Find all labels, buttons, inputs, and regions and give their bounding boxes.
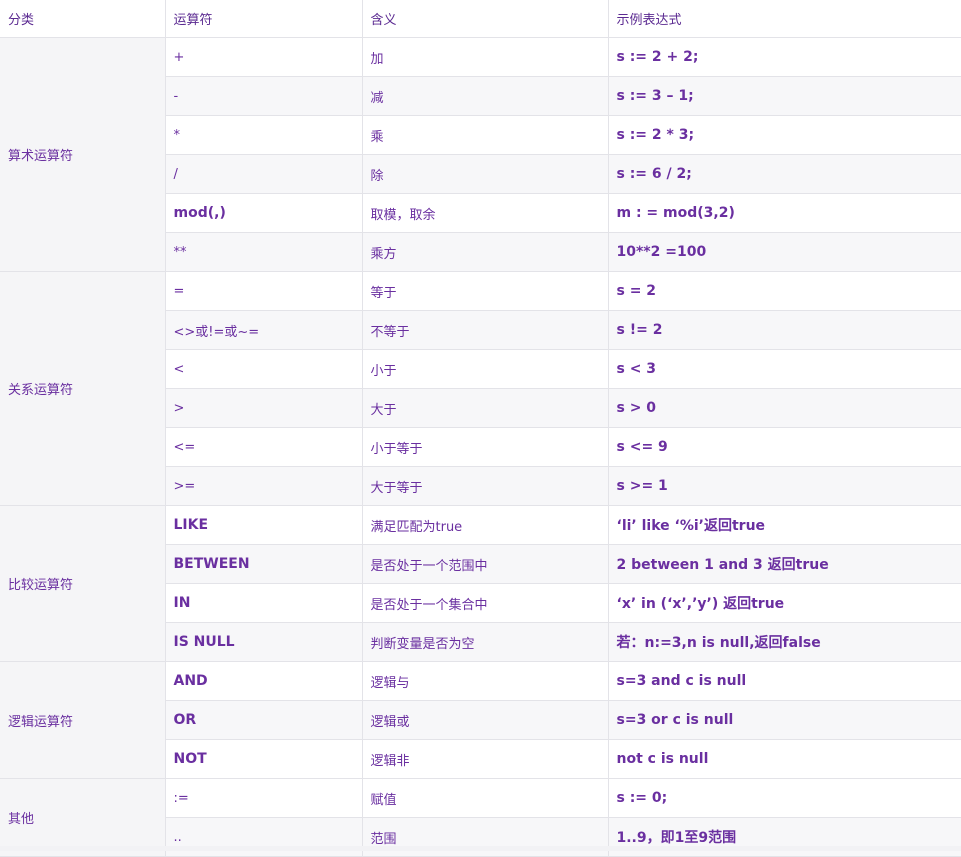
header-category: 分类 xyxy=(0,0,166,38)
category-cell: 逻辑运算符 xyxy=(0,661,166,779)
example-cell: s := 2 + 2; xyxy=(607,37,961,77)
example-cell: 若：n:=3,n is null,返回false xyxy=(607,622,961,662)
category-cell: 其他 xyxy=(0,778,166,857)
meaning-cell: 小于 xyxy=(361,349,609,389)
meaning-cell: 大于等于 xyxy=(361,466,609,506)
example-cell: s = 2 xyxy=(607,271,961,311)
meaning-cell: 逻辑与 xyxy=(361,661,609,701)
table-row: 其他 := 赋值 s := 0; xyxy=(0,778,961,857)
meaning-cell: 等于 xyxy=(361,271,609,311)
meaning-cell: 减 xyxy=(361,76,609,116)
operator-cell: NOT xyxy=(165,739,363,779)
example-cell: s=3 or c is null xyxy=(607,700,961,740)
meaning-cell: 除 xyxy=(361,154,609,194)
table-body: 算术运算符 + 加 s := 2 + 2; - 减 s := 3 – 1; * … xyxy=(0,37,961,857)
header-meaning: 含义 xyxy=(361,0,609,38)
header-operator: 运算符 xyxy=(164,0,363,38)
operator-cell: <>或!=或~= xyxy=(165,310,363,350)
example-cell: ‘li’ like ‘%i’返回true xyxy=(607,505,961,545)
table-header: 分类 运算符 含义 示例表达式 xyxy=(0,0,961,38)
example-cell: s := 2 * 3; xyxy=(607,115,961,155)
operator-cell: / xyxy=(165,154,363,194)
operator-cell: + xyxy=(164,37,363,77)
operator-cell: := xyxy=(164,778,363,818)
example-cell: ‘x’ in (‘x’,’y’) 返回true xyxy=(607,583,961,623)
operators-table: 分类 运算符 含义 示例表达式 算术运算符 + 加 s := 2 + 2; - … xyxy=(0,0,961,857)
example-cell: s != 2 xyxy=(607,310,961,350)
category-cell: 比较运算符 xyxy=(0,505,166,662)
operator-cell: LIKE xyxy=(164,505,363,545)
example-cell: 10**2 =100 xyxy=(607,232,961,272)
meaning-cell: 满足匹配为true xyxy=(361,505,609,545)
table-row: 关系运算符 = 等于 s = 2 xyxy=(0,271,961,506)
operator-cell: BETWEEN xyxy=(165,544,363,584)
operator-cell: mod(,) xyxy=(165,193,363,233)
operator-cell: > xyxy=(165,388,363,428)
operator-cell: = xyxy=(164,271,363,311)
meaning-cell: 逻辑非 xyxy=(361,739,609,779)
example-cell: s := 0; xyxy=(607,778,961,818)
category-cell: 算术运算符 xyxy=(0,37,166,272)
meaning-cell: 乘 xyxy=(361,115,609,155)
category-cell: 关系运算符 xyxy=(0,271,166,506)
meaning-cell: 加 xyxy=(361,37,609,77)
meaning-cell: 乘方 xyxy=(361,232,609,272)
operator-cell: < xyxy=(165,349,363,389)
operator-cell: - xyxy=(165,76,363,116)
meaning-cell: 小于等于 xyxy=(361,427,609,467)
meaning-cell: 是否处于一个集合中 xyxy=(361,583,609,623)
example-cell: s=3 and c is null xyxy=(607,661,961,701)
example-cell: s >= 1 xyxy=(607,466,961,506)
meaning-cell: 逻辑或 xyxy=(361,700,609,740)
operator-cell: ** xyxy=(165,232,363,272)
operator-cell: <= xyxy=(165,427,363,467)
example-cell: s > 0 xyxy=(607,388,961,428)
meaning-cell: 不等于 xyxy=(361,310,609,350)
table-bottom-edge xyxy=(0,846,961,851)
example-cell: not c is null xyxy=(607,739,961,779)
operator-cell: IN xyxy=(165,583,363,623)
example-cell: s < 3 xyxy=(607,349,961,389)
meaning-cell: 是否处于一个范围中 xyxy=(361,544,609,584)
example-cell: s <= 9 xyxy=(607,427,961,467)
example-cell: s := 6 / 2; xyxy=(607,154,961,194)
operator-cell: OR xyxy=(165,700,363,740)
example-cell: 2 between 1 and 3 返回true xyxy=(607,544,961,584)
meaning-cell: 大于 xyxy=(361,388,609,428)
table-row: 比较运算符 LIKE 满足匹配为true ‘li’ like ‘%i’返回tru… xyxy=(0,505,961,662)
operator-cell: AND xyxy=(164,661,363,701)
meaning-cell: 赋值 xyxy=(361,778,609,818)
header-row: 分类 运算符 含义 示例表达式 xyxy=(0,0,961,38)
operator-cell: IS NULL xyxy=(165,622,363,662)
example-cell: m : = mod(3,2) xyxy=(607,193,961,233)
table-row: 逻辑运算符 AND 逻辑与 s=3 and c is null xyxy=(0,661,961,779)
header-example: 示例表达式 xyxy=(607,0,961,38)
table-row: 算术运算符 + 加 s := 2 + 2; xyxy=(0,37,961,272)
operator-cell: >= xyxy=(165,466,363,506)
meaning-cell: 判断变量是否为空 xyxy=(361,622,609,662)
meaning-cell: 取模，取余 xyxy=(361,193,609,233)
operator-cell: * xyxy=(165,115,363,155)
example-cell: s := 3 – 1; xyxy=(607,76,961,116)
